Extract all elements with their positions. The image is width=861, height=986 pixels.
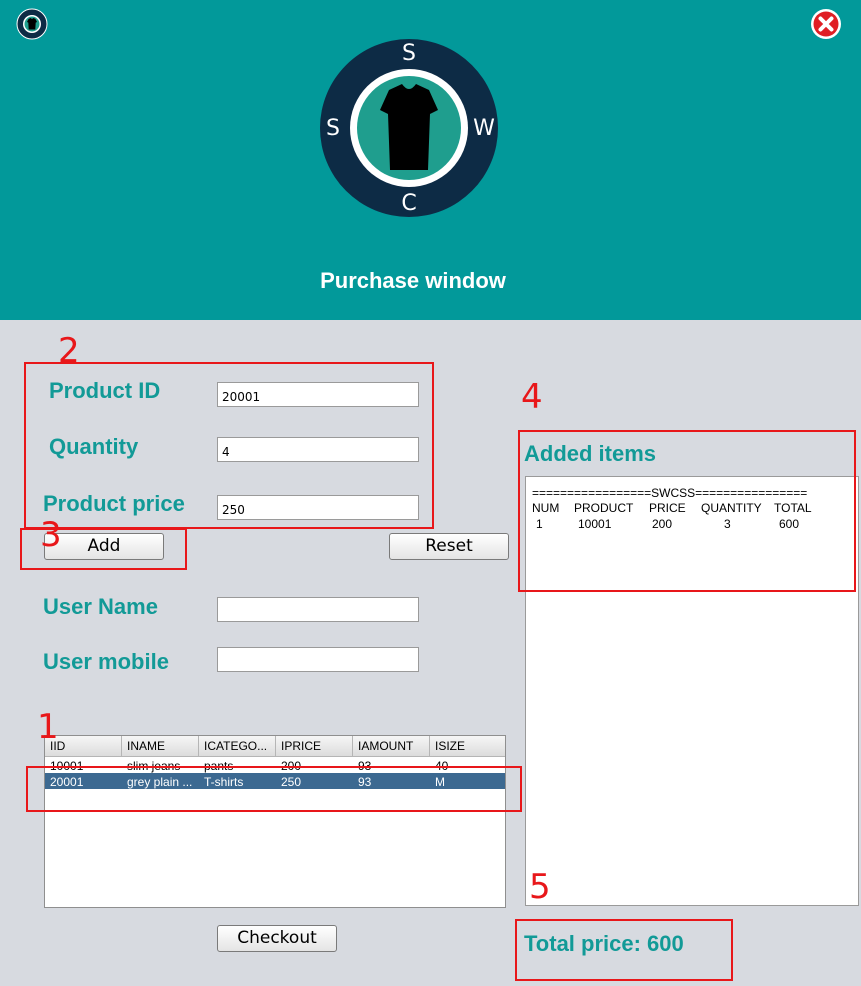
annotation-box-2 <box>24 362 434 529</box>
items-table[interactable]: IID INAME ICATEGO... IPRICE IAMOUNT ISIZ… <box>44 735 506 908</box>
user-mobile-field[interactable] <box>217 647 419 672</box>
logo-letter-right: W <box>473 116 495 141</box>
user-name-label: User Name <box>43 594 158 619</box>
reset-button[interactable]: Reset <box>389 533 509 560</box>
column-header-icategory[interactable]: ICATEGO... <box>199 736 276 756</box>
column-header-iamount[interactable]: IAMOUNT <box>353 736 430 756</box>
window-title: Purchase window <box>320 268 506 293</box>
window-header: S S W C Purchase window <box>0 0 861 320</box>
column-header-iname[interactable]: INAME <box>122 736 199 756</box>
logo-letter-top: S <box>402 41 416 66</box>
table-header: IID INAME ICATEGO... IPRICE IAMOUNT ISIZ… <box>45 736 505 757</box>
logo-letter-left: S <box>326 116 340 141</box>
logo-letter-bottom: C <box>401 191 416 216</box>
user-name-field[interactable] <box>217 597 419 622</box>
annotation-box-5 <box>515 919 733 981</box>
shirt-logo-icon <box>16 8 48 40</box>
swcss-logo: S S W C <box>320 39 498 217</box>
annotation-label-5: 5 <box>529 867 551 907</box>
user-mobile-label: User mobile <box>43 649 169 674</box>
annotation-box-1 <box>26 766 522 812</box>
annotation-label-2: 2 <box>58 331 80 371</box>
annotation-box-4 <box>518 430 856 592</box>
annotation-label-4: 4 <box>521 377 543 417</box>
annotation-label-1: 1 <box>37 707 59 747</box>
annotation-label-3: 3 <box>40 515 62 555</box>
column-header-isize[interactable]: ISIZE <box>430 736 505 756</box>
close-icon[interactable] <box>810 8 842 40</box>
checkout-button[interactable]: Checkout <box>217 925 337 952</box>
column-header-iprice[interactable]: IPRICE <box>276 736 353 756</box>
